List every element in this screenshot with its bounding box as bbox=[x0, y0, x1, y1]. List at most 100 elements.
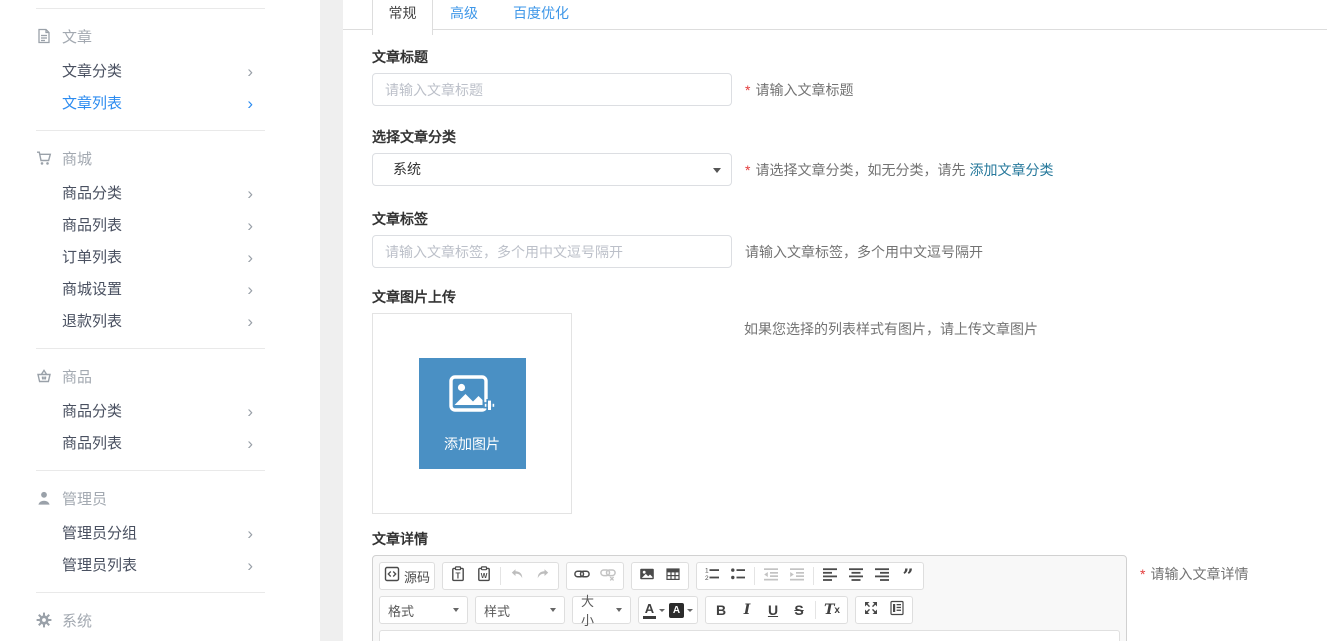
chevron-right-icon: › bbox=[247, 428, 253, 460]
chevron-right-icon: › bbox=[247, 178, 253, 210]
bold-icon: B bbox=[716, 602, 726, 618]
title-input[interactable] bbox=[372, 73, 732, 106]
category-label: 选择文章分类 bbox=[372, 128, 1327, 146]
sidebar-item-mall-settings[interactable]: 商城设置 › bbox=[36, 274, 265, 306]
link-button[interactable] bbox=[569, 564, 595, 588]
strikethrough-button[interactable]: S bbox=[786, 598, 812, 622]
form-row-detail: 文章详情 源码 T bbox=[372, 530, 1327, 641]
sidebar-header-system[interactable]: 系统 bbox=[36, 604, 265, 636]
numbered-list-button[interactable]: 12 bbox=[699, 564, 725, 588]
sidebar-item-article-category[interactable]: 文章分类 › bbox=[36, 56, 265, 88]
sidebar: 文章 文章分类 › 文章列表 › 商城 商品分类 › bbox=[0, 0, 320, 641]
image-upload-label: 文章图片上传 bbox=[372, 288, 1327, 306]
tab-baidu-seo[interactable]: 百度优化 bbox=[513, 0, 569, 26]
blockquote-button[interactable]: ” bbox=[895, 564, 921, 588]
text-color-button[interactable]: A bbox=[641, 598, 667, 622]
chevron-right-icon: › bbox=[247, 396, 253, 428]
add-category-link[interactable]: 添加文章分类 bbox=[969, 162, 1053, 178]
system-gear-icon bbox=[36, 612, 52, 628]
chevron-right-icon: › bbox=[247, 88, 253, 120]
underline-button[interactable]: U bbox=[760, 598, 786, 622]
italic-button[interactable]: I bbox=[734, 598, 760, 622]
font-size-dropdown[interactable]: 大小 bbox=[572, 596, 631, 624]
sidebar-item-admin-list[interactable]: 管理员列表 › bbox=[36, 550, 265, 582]
category-select[interactable]: 系统 bbox=[372, 153, 732, 186]
remove-format-button[interactable]: Tx bbox=[819, 598, 845, 622]
chevron-right-icon: › bbox=[247, 210, 253, 242]
add-image-button-label: 添加图片 bbox=[444, 434, 500, 454]
toolbar-separator bbox=[500, 567, 501, 585]
sidebar-section-article: 文章 文章分类 › 文章列表 › bbox=[36, 8, 265, 130]
chevron-right-icon: › bbox=[247, 550, 253, 582]
tags-label: 文章标签 bbox=[372, 210, 1327, 228]
chevron-right-icon: › bbox=[247, 56, 253, 88]
indent-button[interactable] bbox=[784, 564, 810, 588]
sidebar-section-title: 管理员 bbox=[62, 488, 107, 509]
maximize-button[interactable] bbox=[858, 598, 884, 622]
tags-input[interactable] bbox=[372, 235, 732, 268]
undo-button[interactable] bbox=[504, 564, 530, 588]
svg-text:W: W bbox=[481, 573, 488, 580]
italic-icon: I bbox=[744, 602, 751, 618]
outdent-button[interactable] bbox=[758, 564, 784, 588]
editor-toolbar-row-2: 格式 样式 大小 A bbox=[379, 596, 1120, 624]
mall-cart-icon bbox=[36, 150, 52, 166]
align-center-icon bbox=[848, 566, 864, 587]
sidebar-header-goods[interactable]: 商品 bbox=[36, 360, 265, 392]
insert-image-button[interactable] bbox=[634, 564, 660, 588]
remove-format-icon: T bbox=[824, 602, 834, 618]
sidebar-section-title: 商城 bbox=[62, 148, 92, 169]
sidebar-item-goods-list[interactable]: 商品列表 › bbox=[36, 428, 265, 460]
align-left-button[interactable] bbox=[817, 564, 843, 588]
bulleted-list-button[interactable] bbox=[725, 564, 751, 588]
image-upload-dropzone[interactable]: 添加图片 bbox=[372, 313, 572, 514]
source-button[interactable]: 源码 bbox=[382, 564, 432, 588]
editor-content-area[interactable] bbox=[379, 630, 1120, 641]
toolbar-separator bbox=[815, 601, 816, 619]
paste-word-button[interactable]: W bbox=[471, 564, 497, 588]
unlink-button[interactable] bbox=[595, 564, 621, 588]
sidebar-item-mall-goods-list[interactable]: 商品列表 › bbox=[36, 210, 265, 242]
sidebar-item-mall-goods-category[interactable]: 商品分类 › bbox=[36, 178, 265, 210]
sidebar-header-mall[interactable]: 商城 bbox=[36, 142, 265, 174]
layout-gutter bbox=[320, 0, 343, 641]
background-color-icon: A bbox=[669, 603, 684, 618]
styles-dropdown[interactable]: 样式 bbox=[475, 596, 565, 624]
paragraph-format-dropdown[interactable]: 格式 bbox=[379, 596, 468, 624]
form-row-title: 文章标题 *请输入文章标题 bbox=[372, 48, 1327, 106]
sidebar-item-order-list[interactable]: 订单列表 › bbox=[36, 242, 265, 274]
undo-icon bbox=[509, 566, 525, 587]
svg-text:2: 2 bbox=[705, 575, 709, 582]
sidebar-item-admin-groups[interactable]: 管理员分组 › bbox=[36, 518, 265, 550]
add-image-button[interactable]: 添加图片 bbox=[419, 358, 526, 469]
chevron-down-icon bbox=[616, 608, 622, 612]
toolbar-separator bbox=[754, 567, 755, 585]
svg-text:1: 1 bbox=[705, 567, 709, 574]
category-selected-value: 系统 bbox=[393, 161, 421, 177]
tab-advanced[interactable]: 高级 bbox=[450, 0, 478, 26]
chevron-down-icon bbox=[453, 608, 459, 612]
sidebar-item-refund-list[interactable]: 退款列表 › bbox=[36, 306, 265, 338]
align-right-button[interactable] bbox=[869, 564, 895, 588]
chevron-right-icon: › bbox=[247, 518, 253, 550]
align-center-button[interactable] bbox=[843, 564, 869, 588]
sidebar-header-article[interactable]: 文章 bbox=[36, 20, 265, 52]
redo-button[interactable] bbox=[530, 564, 556, 588]
unlink-icon bbox=[600, 566, 616, 587]
redo-icon bbox=[535, 566, 551, 587]
show-blocks-button[interactable] bbox=[884, 598, 910, 622]
bold-button[interactable]: B bbox=[708, 598, 734, 622]
sidebar-item-article-list[interactable]: 文章列表 › bbox=[36, 88, 265, 120]
add-image-icon bbox=[448, 374, 496, 425]
tab-general[interactable]: 常规 bbox=[372, 0, 433, 35]
sidebar-item-goods-category[interactable]: 商品分类 › bbox=[36, 396, 265, 428]
sidebar-section-title: 系统 bbox=[62, 610, 92, 631]
align-left-icon bbox=[822, 566, 838, 587]
align-right-icon bbox=[874, 566, 890, 587]
paste-text-button[interactable]: T bbox=[445, 564, 471, 588]
sidebar-header-admin[interactable]: 管理员 bbox=[36, 482, 265, 514]
sidebar-section-system: 系统 基本信息 › bbox=[36, 592, 265, 641]
background-color-button[interactable]: A bbox=[667, 598, 695, 622]
insert-table-button[interactable] bbox=[660, 564, 686, 588]
rich-text-editor: 源码 T W bbox=[372, 555, 1127, 641]
